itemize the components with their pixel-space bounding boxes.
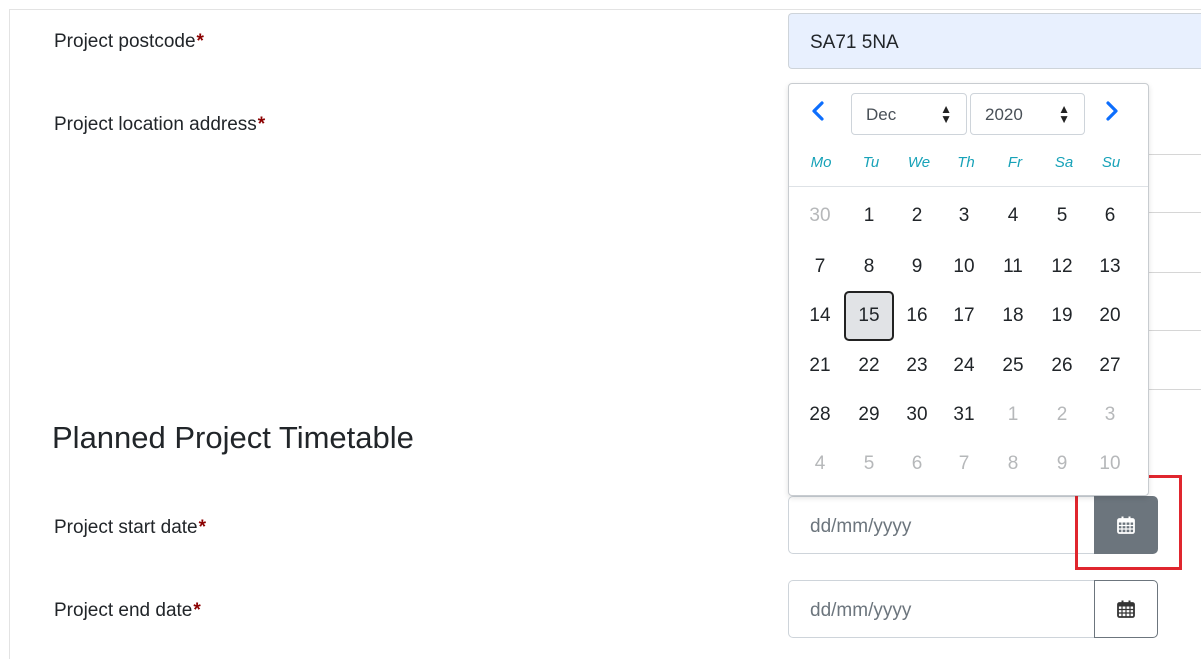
- address-line-edge: [1140, 389, 1201, 390]
- content-frame-top: [9, 9, 1201, 10]
- day-cell[interactable]: 30: [895, 393, 939, 437]
- start-date-group: dd/mm/yyyy: [788, 496, 1158, 554]
- year-select[interactable]: 2020 ▲ ▼: [970, 93, 1085, 135]
- end-date-label: Project end date*: [54, 600, 201, 621]
- chevron-right-icon: [1106, 101, 1118, 121]
- day-cell[interactable]: 27: [1088, 344, 1132, 388]
- next-month-button[interactable]: [1097, 95, 1127, 127]
- month-select-value: Dec: [866, 105, 897, 124]
- start-date-calendar-button[interactable]: [1094, 496, 1158, 554]
- end-date-calendar-button[interactable]: [1094, 580, 1158, 638]
- day-cell[interactable]: 29: [847, 393, 891, 437]
- day-cell[interactable]: 9: [1040, 442, 1084, 486]
- datepicker-popup: Dec ▲ ▼ 2020 ▲ ▼ Mo Tu We Th Fr Sa Su 30 1 2…: [788, 83, 1149, 496]
- day-cell[interactable]: 22: [847, 344, 891, 388]
- day-cell[interactable]: 18: [991, 294, 1035, 338]
- required-mark: *: [193, 600, 201, 621]
- weekday-label: Su: [1101, 154, 1121, 171]
- section-title: Planned Project Timetable: [52, 420, 414, 455]
- day-cell[interactable]: 8: [847, 245, 891, 289]
- day-cell[interactable]: 26: [1040, 344, 1084, 388]
- required-mark: *: [196, 31, 204, 52]
- day-cell[interactable]: 3: [1088, 393, 1132, 437]
- start-date-input[interactable]: dd/mm/yyyy: [788, 496, 1094, 554]
- day-cell[interactable]: 5: [1040, 194, 1084, 238]
- day-cell[interactable]: 1: [847, 194, 891, 238]
- address-line-edge: [1140, 272, 1201, 273]
- weekday-label: Th: [957, 154, 975, 171]
- address-label: Project location address*: [54, 114, 266, 135]
- weekday-header: Mo Tu We Th Fr Sa Su: [789, 154, 1150, 182]
- day-cell[interactable]: 13: [1088, 245, 1132, 289]
- day-cell-selected[interactable]: 15: [844, 291, 894, 341]
- calendar-icon: [1117, 600, 1135, 618]
- month-select[interactable]: Dec ▲ ▼: [851, 93, 967, 135]
- day-cell[interactable]: 8: [991, 442, 1035, 486]
- day-cell[interactable]: 14: [798, 294, 842, 338]
- day-cell[interactable]: 16: [895, 294, 939, 338]
- weekday-label: We: [907, 154, 931, 171]
- day-cell[interactable]: 10: [942, 245, 986, 289]
- day-cell[interactable]: 2: [895, 194, 939, 238]
- end-date-input[interactable]: dd/mm/yyyy: [788, 580, 1094, 638]
- day-cell[interactable]: 3: [942, 194, 986, 238]
- start-date-label: Project start date*: [54, 517, 207, 538]
- day-cell[interactable]: 31: [942, 393, 986, 437]
- day-cell[interactable]: 2: [1040, 393, 1084, 437]
- day-cell[interactable]: 6: [895, 442, 939, 486]
- address-line-edge: [1140, 212, 1201, 213]
- end-date-group: dd/mm/yyyy: [788, 580, 1158, 638]
- select-caret-icon: ▲ ▼: [940, 102, 952, 126]
- prev-month-button[interactable]: [803, 95, 833, 127]
- select-caret-icon: ▲ ▼: [1058, 102, 1070, 126]
- weekday-label: Fr: [1007, 154, 1023, 171]
- day-cell[interactable]: 1: [991, 393, 1035, 437]
- day-cell[interactable]: 20: [1088, 294, 1132, 338]
- day-cell[interactable]: 9: [895, 245, 939, 289]
- day-cell[interactable]: 4: [798, 442, 842, 486]
- day-cell[interactable]: 28: [798, 393, 842, 437]
- address-line-edge: [1140, 330, 1201, 331]
- weekday-label: Sa: [1054, 154, 1074, 171]
- day-cell[interactable]: 21: [798, 344, 842, 388]
- day-cell[interactable]: 5: [847, 442, 891, 486]
- day-cell[interactable]: 17: [942, 294, 986, 338]
- calendar-icon: [1117, 516, 1135, 534]
- weekday-label: Tu: [862, 154, 880, 171]
- day-cell[interactable]: 30: [798, 194, 842, 238]
- day-cell[interactable]: 6: [1088, 194, 1132, 238]
- day-cell[interactable]: 4: [991, 194, 1035, 238]
- day-cell[interactable]: 24: [942, 344, 986, 388]
- day-cell[interactable]: 7: [798, 245, 842, 289]
- day-cell[interactable]: 25: [991, 344, 1035, 388]
- postcode-input[interactable]: SA71 5NA: [788, 13, 1201, 69]
- chevron-left-icon: [812, 101, 824, 121]
- day-cell[interactable]: 7: [942, 442, 986, 486]
- content-frame-left: [9, 9, 10, 659]
- day-cell[interactable]: 23: [895, 344, 939, 388]
- year-select-value: 2020: [985, 105, 1023, 124]
- required-mark: *: [257, 114, 266, 135]
- day-cell[interactable]: 12: [1040, 245, 1084, 289]
- weekday-divider: [789, 186, 1148, 187]
- required-mark: *: [198, 517, 207, 538]
- postcode-label: Project postcode*: [54, 31, 204, 52]
- day-cell[interactable]: 11: [991, 245, 1035, 289]
- day-cell[interactable]: 19: [1040, 294, 1084, 338]
- weekday-label: Mo: [810, 154, 832, 171]
- day-cell[interactable]: 10: [1088, 442, 1132, 486]
